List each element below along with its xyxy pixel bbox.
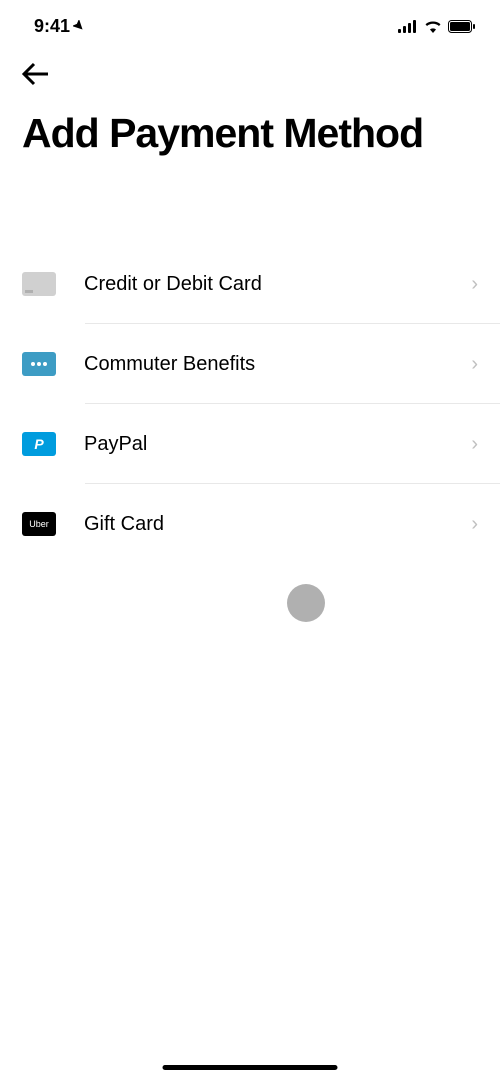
paypal-icon: P	[22, 432, 56, 456]
payment-method-list: Credit or Debit Card › Commuter Benefits…	[0, 244, 500, 564]
touch-indicator	[287, 584, 325, 622]
location-icon	[73, 20, 85, 32]
payment-label: Credit or Debit Card	[84, 273, 471, 296]
time-text: 9:41	[34, 16, 70, 37]
status-icons	[398, 20, 476, 33]
back-button[interactable]	[0, 44, 500, 91]
chevron-right-icon: ›	[471, 353, 478, 376]
payment-option-paypal[interactable]: P PayPal ›	[0, 404, 500, 484]
payment-option-credit-card[interactable]: Credit or Debit Card ›	[0, 244, 500, 324]
wifi-icon	[424, 20, 442, 33]
status-bar: 9:41	[0, 0, 500, 44]
payment-option-gift-card[interactable]: Uber Gift Card ›	[0, 484, 500, 564]
status-time: 9:41	[34, 16, 85, 37]
commuter-icon	[22, 352, 56, 376]
payment-label: Gift Card	[84, 513, 471, 536]
back-arrow-icon	[22, 62, 50, 86]
chevron-right-icon: ›	[471, 273, 478, 296]
payment-option-commuter[interactable]: Commuter Benefits ›	[0, 324, 500, 404]
credit-card-icon	[22, 272, 56, 296]
chevron-right-icon: ›	[471, 513, 478, 536]
battery-icon	[448, 20, 476, 33]
cellular-icon	[398, 20, 418, 33]
payment-label: Commuter Benefits	[84, 353, 471, 376]
uber-gift-card-icon: Uber	[22, 512, 56, 536]
payment-label: PayPal	[84, 433, 471, 456]
home-indicator[interactable]	[163, 1065, 338, 1070]
page-title: Add Payment Method	[0, 91, 500, 156]
chevron-right-icon: ›	[471, 433, 478, 456]
